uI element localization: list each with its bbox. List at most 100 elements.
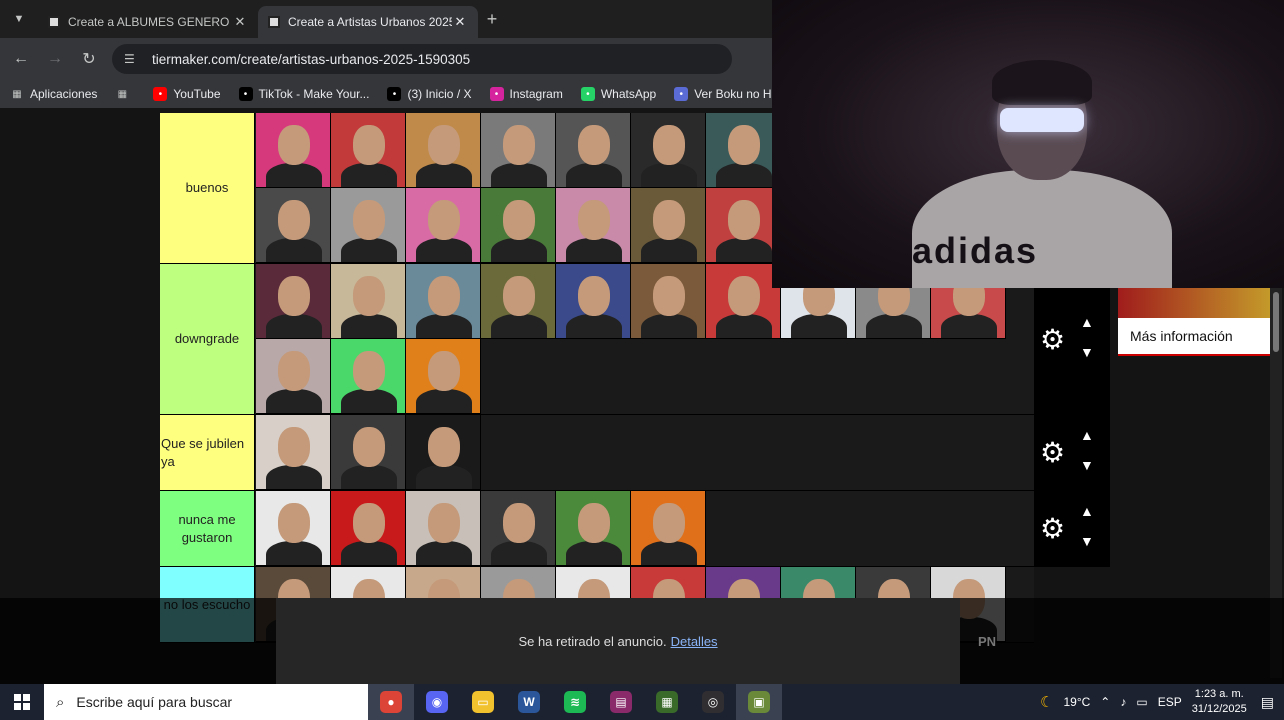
move-up-icon[interactable]: ▲ <box>1080 503 1094 519</box>
artist-image[interactable] <box>256 415 331 490</box>
artist-image[interactable] <box>706 264 781 339</box>
artist-image[interactable] <box>331 491 406 566</box>
artist-body <box>716 238 772 262</box>
artist-image[interactable] <box>406 339 481 414</box>
tab-close-icon[interactable]: ✕ <box>452 14 468 30</box>
artist-body <box>491 314 547 338</box>
tab-close-icon[interactable]: ✕ <box>232 14 248 30</box>
artist-body <box>491 238 547 262</box>
move-up-icon[interactable]: ▲ <box>1080 314 1094 330</box>
artist-image[interactable] <box>631 113 706 188</box>
reload-icon[interactable]: ↻ <box>72 49 106 69</box>
language-indicator[interactable]: ESP <box>1158 695 1182 709</box>
details-link[interactable]: Detalles <box>671 634 718 649</box>
tier-label[interactable]: nunca me gustaron <box>160 491 255 566</box>
artist-image[interactable] <box>631 491 706 566</box>
settings-gear-icon[interactable]: ⚙ <box>1040 439 1065 467</box>
scrollbar-thumb[interactable] <box>1273 292 1279 352</box>
tier-label[interactable]: downgrade <box>160 264 255 414</box>
tab-search-icon[interactable]: ▼ <box>8 8 30 30</box>
start-button[interactable] <box>0 684 44 720</box>
artist-image[interactable] <box>406 415 481 490</box>
artist-body <box>716 163 772 187</box>
tier-label[interactable]: Que se jubilen ya <box>160 415 255 490</box>
obs-icon: ◎ <box>702 691 724 713</box>
network-icon[interactable]: ▭ <box>1136 695 1147 709</box>
taskbar-app[interactable]: ▦ <box>644 684 690 720</box>
artist-image[interactable] <box>331 339 406 414</box>
artist-image[interactable] <box>631 264 706 339</box>
artist-body <box>491 541 547 565</box>
artist-image[interactable] <box>481 188 556 263</box>
artist-image[interactable] <box>256 264 331 339</box>
tab-albumes[interactable]: Create a ALBUMES GENERO UR ✕ <box>38 6 258 38</box>
move-down-icon[interactable]: ▼ <box>1080 344 1094 360</box>
artist-image[interactable] <box>331 188 406 263</box>
artist-image[interactable] <box>256 113 331 188</box>
youtube-icon: • <box>153 87 168 101</box>
artist-body <box>416 163 472 187</box>
back-icon[interactable]: ← <box>4 50 38 68</box>
artist-image[interactable] <box>331 415 406 490</box>
webcam-overlay: adidas <box>772 0 1284 288</box>
clock[interactable]: 1:23 a. m. 31/12/2025 <box>1192 687 1247 717</box>
move-up-icon[interactable]: ▲ <box>1080 427 1094 443</box>
bookmark-youtube[interactable]: • YouTube <box>153 87 221 101</box>
artist-image[interactable] <box>706 188 781 263</box>
artist-image[interactable] <box>556 113 631 188</box>
artist-image[interactable] <box>256 188 331 263</box>
settings-gear-icon[interactable]: ⚙ <box>1040 325 1065 354</box>
artist-face <box>653 276 685 316</box>
artist-image[interactable] <box>556 188 631 263</box>
bookmark-tiktok[interactable]: • TikTok - Make Your... <box>238 87 369 101</box>
settings-gear-icon[interactable]: ⚙ <box>1040 515 1065 543</box>
winrar-icon: ▤ <box>610 691 632 713</box>
site-settings-icon[interactable]: ☰ <box>124 52 144 66</box>
tiermaker-favicon-icon <box>48 16 60 28</box>
artist-image[interactable] <box>406 264 481 339</box>
taskbar-app[interactable]: ▤ <box>598 684 644 720</box>
artist-body <box>641 163 697 187</box>
bookmark-instagram[interactable]: • Instagram <box>489 87 563 101</box>
artist-image[interactable] <box>481 113 556 188</box>
taskbar-search[interactable]: ⌕ Escribe aquí para buscar <box>44 684 368 720</box>
weather-temp[interactable]: 19°C <box>1063 695 1090 709</box>
artist-image[interactable] <box>706 113 781 188</box>
artist-image[interactable] <box>406 113 481 188</box>
artist-image[interactable] <box>331 113 406 188</box>
artist-image[interactable] <box>556 491 631 566</box>
artist-image[interactable] <box>406 188 481 263</box>
artist-image[interactable] <box>556 264 631 339</box>
tier-label[interactable]: buenos <box>160 113 255 263</box>
taskbar-app[interactable]: ▭ <box>460 684 506 720</box>
taskbar-app[interactable]: ◉ <box>414 684 460 720</box>
bookmark-whatsapp[interactable]: • WhatsApp <box>580 87 656 101</box>
new-tab-icon[interactable]: + <box>478 9 506 30</box>
bookmark-apps-grid[interactable]: ▦ Aplicaciones <box>10 87 97 101</box>
volume-icon[interactable]: ♪ <box>1120 695 1126 709</box>
taskbar-app[interactable]: ◎ <box>690 684 736 720</box>
address-bar[interactable]: ☰ tiermaker.com/create/artistas-urbanos-… <box>112 44 732 74</box>
ad-card[interactable]: Más información <box>1118 288 1270 356</box>
artist-image[interactable] <box>481 264 556 339</box>
taskbar-app[interactable]: W <box>506 684 552 720</box>
tray-chevron-icon[interactable]: ⌃ <box>1100 695 1110 709</box>
artist-image[interactable] <box>631 188 706 263</box>
move-down-icon[interactable]: ▼ <box>1080 457 1094 473</box>
taskbar-app[interactable]: ● <box>368 684 414 720</box>
artist-face <box>428 276 460 316</box>
artist-image[interactable] <box>256 339 331 414</box>
notifications-icon[interactable]: ▤ <box>1261 694 1274 711</box>
taskbar-app[interactable]: ≋ <box>552 684 598 720</box>
taskbar-app[interactable]: ▣ <box>736 684 782 720</box>
forward-icon[interactable]: → <box>38 50 72 68</box>
artist-image[interactable] <box>481 491 556 566</box>
artist-image[interactable] <box>256 491 331 566</box>
artist-image[interactable] <box>406 491 481 566</box>
tab-artistas-urbanos[interactable]: Create a Artistas Urbanos 2025 ✕ <box>258 6 478 38</box>
move-down-icon[interactable]: ▼ <box>1080 533 1094 549</box>
bookmark-grid[interactable]: ▦ <box>115 87 135 101</box>
artist-image[interactable] <box>331 264 406 339</box>
artist-face <box>578 503 610 543</box>
bookmark-x[interactable]: • (3) Inicio / X <box>387 87 472 101</box>
